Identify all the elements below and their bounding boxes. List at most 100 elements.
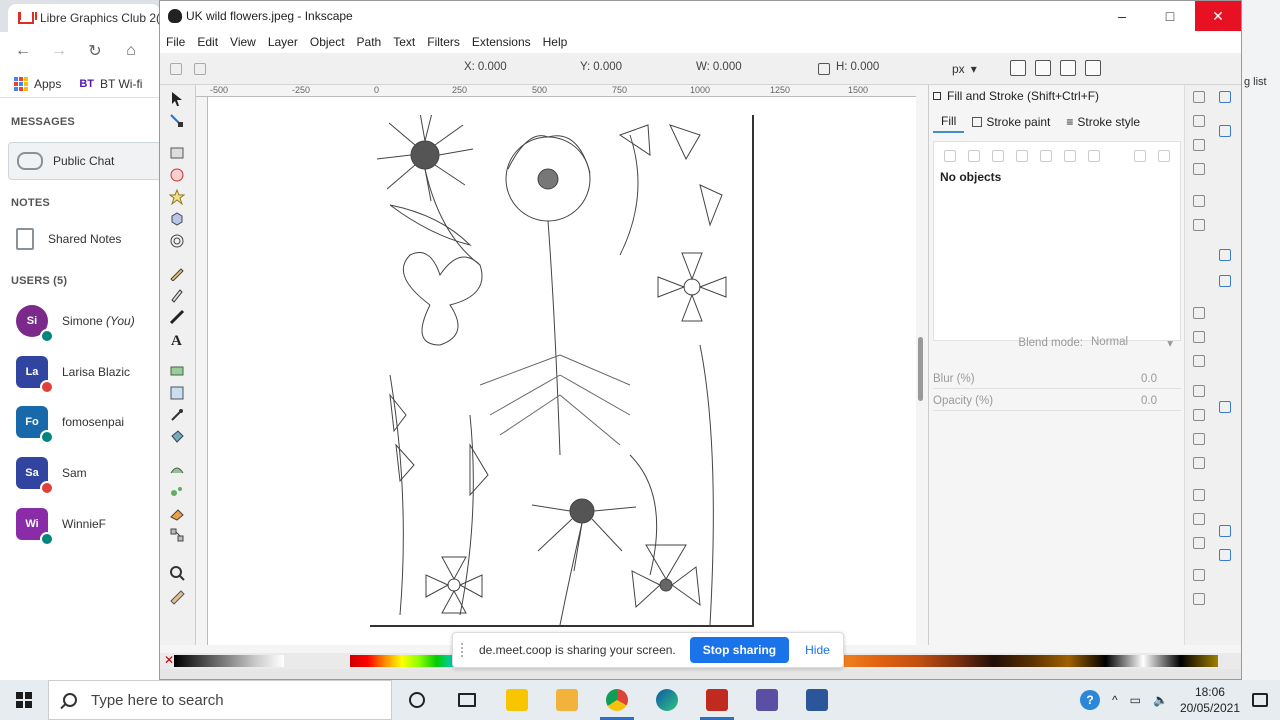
lock-icon[interactable] bbox=[818, 63, 830, 75]
mesh-tool-icon[interactable] bbox=[169, 385, 185, 401]
menu-path[interactable]: Path bbox=[357, 35, 382, 49]
lower-to-bottom-icon[interactable] bbox=[1085, 60, 1101, 76]
linear-gradient-icon[interactable] bbox=[992, 150, 1004, 162]
start-button[interactable] bbox=[0, 680, 48, 720]
menu-text[interactable]: Text bbox=[393, 35, 415, 49]
snap-center-icon[interactable] bbox=[1219, 401, 1231, 413]
home-icon[interactable]: ⌂ bbox=[120, 40, 142, 62]
paint-bucket-tool-icon[interactable] bbox=[169, 429, 185, 445]
import-icon[interactable] bbox=[1193, 195, 1205, 207]
bookmark-apps[interactable]: Apps bbox=[14, 76, 61, 91]
paste-icon[interactable] bbox=[1193, 355, 1205, 367]
ellipse-tool-icon[interactable] bbox=[169, 167, 185, 183]
no-color-swatch-icon[interactable]: ✕ bbox=[164, 653, 174, 667]
menu-file[interactable]: File bbox=[166, 35, 185, 49]
snap-intersection-icon[interactable] bbox=[1219, 275, 1231, 287]
text-tool-icon[interactable]: A bbox=[169, 331, 185, 347]
user-row-fomosenpai[interactable]: Fo fomosenpai bbox=[16, 406, 124, 444]
unit-select[interactable]: px ▾ bbox=[952, 60, 988, 78]
volume-icon[interactable]: 🔈 bbox=[1153, 693, 1168, 707]
menu-edit[interactable]: Edit bbox=[197, 35, 218, 49]
pencil-tool-icon[interactable] bbox=[169, 265, 185, 281]
duplicate-icon[interactable] bbox=[1193, 489, 1205, 501]
w-value[interactable]: 0.000 bbox=[713, 61, 773, 73]
hide-button[interactable]: Hide bbox=[805, 643, 830, 657]
spray-tool-icon[interactable] bbox=[169, 483, 185, 499]
forward-arrow-icon[interactable]: → bbox=[48, 40, 70, 62]
zoom-selection-icon[interactable] bbox=[1193, 385, 1205, 397]
zoom-page-icon[interactable] bbox=[1193, 433, 1205, 445]
clone-icon[interactable] bbox=[1193, 513, 1205, 525]
page-with-imported-image[interactable] bbox=[370, 106, 754, 627]
group-icon[interactable] bbox=[1193, 569, 1205, 581]
copy-icon[interactable] bbox=[1193, 307, 1205, 319]
dropper-tool-icon[interactable] bbox=[169, 407, 185, 423]
hue-swatches[interactable] bbox=[350, 655, 454, 667]
3d-box-tool-icon[interactable] bbox=[169, 211, 185, 227]
fit-page-icon[interactable] bbox=[1193, 457, 1205, 469]
connector-tool-icon[interactable] bbox=[169, 527, 185, 543]
tab-stroke-paint[interactable]: Stroke paint bbox=[964, 111, 1058, 133]
gradient-tool-icon[interactable] bbox=[169, 363, 185, 379]
user-row-simone[interactable]: Si Simone (You) bbox=[16, 305, 135, 343]
chevron-up-icon[interactable]: ^ bbox=[1112, 693, 1118, 707]
unset-paint-icon[interactable] bbox=[1134, 150, 1146, 162]
w-field[interactable]: W: 0.000 bbox=[696, 61, 773, 73]
word-app[interactable] bbox=[792, 680, 842, 720]
raise-icon[interactable] bbox=[1035, 60, 1051, 76]
user-row-larisa[interactable]: La Larisa Blazic bbox=[16, 356, 130, 394]
unlink-clone-icon[interactable] bbox=[1193, 537, 1205, 549]
eraser-tool-icon[interactable] bbox=[169, 505, 185, 521]
drawing-canvas[interactable] bbox=[208, 97, 916, 645]
public-chat-item[interactable]: Public Chat bbox=[8, 142, 160, 180]
gray-swatches[interactable] bbox=[174, 655, 284, 667]
opacity-value[interactable]: 0.0 bbox=[1141, 395, 1181, 407]
inkscape-app[interactable] bbox=[692, 680, 742, 720]
back-arrow-icon[interactable]: ← bbox=[12, 40, 34, 62]
menu-filters[interactable]: Filters bbox=[427, 35, 460, 49]
notifications-icon[interactable] bbox=[1252, 693, 1268, 707]
open-document-icon[interactable] bbox=[1193, 139, 1205, 151]
opacity-row[interactable]: Opacity (%) 0.0 bbox=[933, 391, 1181, 411]
star-tool-icon[interactable] bbox=[169, 189, 185, 205]
user-row-winnief[interactable]: Wi WinnieF bbox=[16, 508, 106, 546]
krita-app[interactable] bbox=[742, 680, 792, 720]
h-field[interactable]: H: 0.000 bbox=[836, 61, 911, 73]
y-field[interactable]: Y: 0.000 bbox=[580, 61, 653, 73]
cortana-button[interactable] bbox=[392, 680, 442, 720]
blend-mode-select[interactable]: Normal ▾ bbox=[1091, 336, 1181, 350]
bookmark-bt-wifi[interactable]: BT BT Wi-fi bbox=[79, 77, 142, 91]
measure-tool-icon[interactable] bbox=[169, 589, 185, 605]
raise-to-top-icon[interactable] bbox=[1010, 60, 1026, 76]
node-tool-icon[interactable] bbox=[169, 113, 185, 129]
swatch-icon[interactable] bbox=[1088, 150, 1100, 162]
no-paint-icon[interactable] bbox=[944, 150, 956, 162]
pen-tool-icon[interactable] bbox=[169, 287, 185, 303]
stop-sharing-button[interactable]: Stop sharing bbox=[689, 637, 790, 663]
tab-fill[interactable]: Fill bbox=[933, 111, 965, 133]
mesh-gradient-icon[interactable] bbox=[1040, 150, 1052, 162]
snap-guide-icon[interactable] bbox=[1219, 549, 1231, 561]
cut-icon[interactable] bbox=[1193, 331, 1205, 343]
maximize-icon[interactable]: □ bbox=[1147, 1, 1193, 31]
select-all-layers-icon[interactable] bbox=[194, 63, 206, 75]
snap-bbox-icon[interactable] bbox=[1219, 91, 1231, 103]
x-value[interactable]: 0.000 bbox=[478, 61, 538, 73]
taskbar-search[interactable]: Type here to search bbox=[48, 680, 392, 720]
snap-nodes-icon[interactable] bbox=[1219, 125, 1231, 137]
clock[interactable]: 18:06 20/05/2021 bbox=[1180, 684, 1240, 716]
scrollbar-thumb[interactable] bbox=[918, 337, 923, 401]
minimize-icon[interactable]: – bbox=[1099, 1, 1145, 31]
x-field[interactable]: X: 0.000 bbox=[464, 61, 538, 73]
close-icon[interactable]: ✕ bbox=[1195, 1, 1241, 31]
y-value[interactable]: 0.000 bbox=[593, 61, 653, 73]
print-icon[interactable] bbox=[1193, 163, 1205, 175]
snap-grid-icon[interactable] bbox=[1219, 525, 1231, 537]
selector-tool-icon[interactable] bbox=[169, 91, 185, 107]
lower-icon[interactable] bbox=[1060, 60, 1076, 76]
user-row-sam[interactable]: Sa Sam bbox=[16, 457, 87, 495]
file-explorer-app[interactable] bbox=[542, 680, 592, 720]
flat-color-icon[interactable] bbox=[968, 150, 980, 162]
h-value[interactable]: 0.000 bbox=[851, 61, 911, 73]
new-document-icon[interactable] bbox=[1193, 115, 1205, 127]
